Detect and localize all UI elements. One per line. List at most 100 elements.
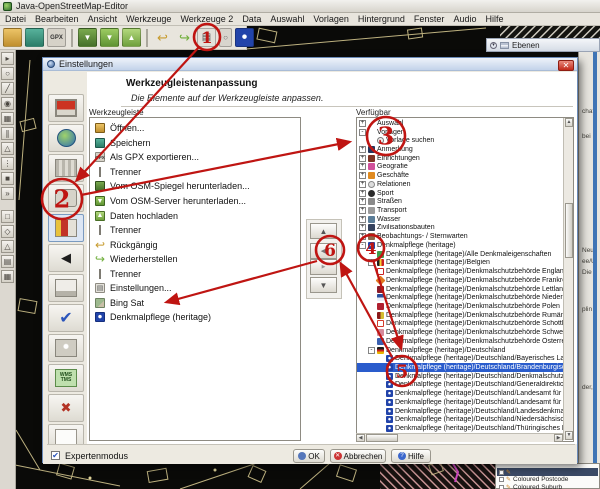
menu-item[interactable]: Ansicht (88, 14, 118, 24)
tree-row[interactable]: Denkmalpflege (heritage)/Alle Denkmaleig… (357, 250, 573, 259)
toolbar-button[interactable]: ↪ (175, 28, 194, 47)
cancel-button[interactable]: ✕ Abbrechen (330, 449, 386, 463)
tree-row[interactable]: Denkmalpflege (heritage)/Denkmalschutzbe… (357, 285, 573, 294)
edit-tool-button[interactable]: » (1, 187, 14, 200)
toolbar-list-row[interactable]: ▲ Daten hochladen (90, 208, 300, 223)
menu-item[interactable]: Audio (453, 14, 476, 24)
toolbar-button[interactable] (146, 29, 148, 47)
toolbar-button[interactable]: ▲ (122, 28, 141, 47)
edit-tool-button[interactable]: ╱ (1, 82, 14, 95)
tree-row[interactable]: Denkmalpflege (heritage)/Denkmalschutzbe… (357, 311, 573, 320)
edit-tool-button[interactable]: ▸ (1, 52, 14, 65)
available-actions-tree[interactable]: + Auswahl - Vorlagen Vorlage suchen (356, 117, 574, 442)
toolbar-button[interactable]: GPX (47, 28, 66, 47)
tree-expander[interactable]: - (368, 347, 375, 354)
tree-expander[interactable]: + (359, 224, 366, 231)
tree-row[interactable]: Denkmalpflege (heritage)/Deutschland/Lan… (357, 407, 573, 416)
edit-tool-button[interactable]: ⋮ (1, 157, 14, 170)
scroll-down-button[interactable]: ▼ (565, 431, 573, 440)
edit-tool-button[interactable]: ◉ (1, 97, 14, 110)
imagery-settings[interactable]: WMS TMS (48, 364, 84, 392)
toolbar-list-row[interactable]: Öffnen... (90, 121, 300, 136)
tree-row[interactable]: + Denkmalpflege (heritage)/Belgien (357, 259, 573, 268)
tree-row[interactable]: Denkmalpflege (heritage)/Deutschland/Nie… (357, 415, 573, 424)
map-settings[interactable] (48, 154, 84, 182)
tree-row[interactable]: Denkmalpflege (heritage)/Denkmalschutzbe… (357, 320, 573, 329)
tree-expander[interactable]: + (359, 120, 366, 127)
toolbar-list-row[interactable]: ▤ Einstellungen... (90, 281, 300, 296)
tree-expander[interactable]: - (359, 242, 366, 249)
scrollbar-thumb[interactable] (366, 434, 398, 442)
window-titlebar[interactable]: Java-OpenStreetMap-Editor (0, 0, 600, 13)
style-checkbox[interactable] (499, 470, 504, 475)
tree-row[interactable]: Denkmalpflege (heritage)/Denkmalschutzbe… (357, 302, 573, 311)
edit-tool-button[interactable]: ▦ (1, 112, 14, 125)
tree-row[interactable]: Denkmalpflege (heritage)/Deutschland/Thü… (357, 424, 573, 433)
connection-settings[interactable] (48, 124, 84, 152)
tree-row[interactable]: - Denkmalpflege (heritage)/Deutschland (357, 346, 573, 355)
tree-expander[interactable]: + (359, 155, 366, 162)
tree-row[interactable]: - Vorlagen (357, 128, 573, 137)
tree-row[interactable]: + Geografie (357, 163, 573, 172)
tree-row[interactable]: + Beobachtungs- / Sternwarten (357, 232, 573, 241)
validator-settings[interactable]: ✔ (48, 304, 84, 332)
tree-expander[interactable]: + (359, 172, 366, 179)
tree-expander[interactable]: + (359, 163, 366, 170)
tree-row[interactable]: Denkmalpflege (heritage)/Denkmalschutzbe… (357, 337, 573, 346)
move-up-button[interactable]: ▲ (310, 223, 337, 239)
toolbar-list-row[interactable]: Denkmalpflege (heritage) (90, 310, 300, 325)
close-button[interactable]: ✕ (558, 60, 574, 71)
tree-row[interactable]: Denkmalpflege (heritage)/Deutschland/Lan… (357, 398, 573, 407)
tree-row[interactable]: Denkmalpflege (heritage)/Denkmalschutzbe… (357, 276, 573, 285)
tree-expander[interactable]: + (359, 216, 366, 223)
menu-item[interactable]: Werkzeuge 2 (180, 14, 233, 24)
tree-row[interactable]: - Denkmalpflege (heritage) (357, 241, 573, 250)
tree-row[interactable]: + Zivilisationsbauten (357, 224, 573, 233)
edit-tool-button[interactable]: ◇ (1, 225, 14, 238)
tree-row[interactable]: Denkmalpflege (heritage)/Deutschland/Bay… (357, 354, 573, 363)
display-settings[interactable] (48, 94, 84, 122)
edit-tool-button[interactable]: ▦ (1, 270, 14, 283)
tree-row[interactable]: Denkmalpflege (heritage)/Deutschland/Den… (357, 372, 573, 381)
toolbar-list-row[interactable]: ↪ Wiederherstellen (90, 252, 300, 267)
help-button[interactable]: ? Hilfe (391, 449, 431, 463)
tree-row[interactable]: + Einrichtungen (357, 154, 573, 163)
tree-expander[interactable]: - (359, 129, 366, 136)
tree-row[interactable]: + Transport (357, 206, 573, 215)
menu-item[interactable]: Hilfe (485, 14, 503, 24)
style-row[interactable]: ✎ Coloured Postcode (497, 475, 598, 483)
edit-tool-button[interactable]: ▤ (1, 255, 14, 268)
toolbar-button[interactable]: ○ (219, 28, 232, 47)
tree-row[interactable]: + Relationen (357, 180, 573, 189)
toolbar-list-row[interactable]: Vom OSM-Spiegel herunterladen... (90, 179, 300, 194)
menu-item[interactable]: Fenster (414, 14, 445, 24)
style-row[interactable]: ✎ Coloured Suburb (497, 483, 598, 489)
tree-row[interactable]: Denkmalpflege (heritage)/Deutschland/Gen… (357, 381, 573, 390)
tree-row[interactable]: + Sport (357, 189, 573, 198)
edit-tool-button[interactable]: ○ (1, 67, 14, 80)
toolbar-button[interactable] (71, 29, 73, 47)
toolbar-list-row[interactable]: Trenner (90, 165, 300, 180)
scroll-up-button[interactable]: ▲ (565, 118, 573, 127)
shortcut-settings[interactable] (48, 274, 84, 302)
menu-item[interactable]: Vorlagen (313, 14, 349, 24)
edit-tool-button[interactable]: ■ (1, 172, 14, 185)
tree-row[interactable]: Denkmalpflege (heritage)/Deutschland/Bra… (357, 363, 573, 372)
toolbar-settings[interactable] (48, 214, 84, 242)
tree-expander[interactable]: + (359, 190, 366, 197)
toolbar-button[interactable]: ▼ (100, 28, 119, 47)
tree-row[interactable]: + Straßen (357, 197, 573, 206)
edit-tool-button[interactable]: ∥ (1, 127, 14, 140)
toolbar-list-row[interactable]: ▼ Vom OSM-Server herunterladen... (90, 194, 300, 209)
toolbar-list-row[interactable]: Bing Sat (90, 296, 300, 311)
remove-from-toolbar-button[interactable]: ▶ (310, 259, 337, 275)
menu-item[interactable]: Bearbeiten (35, 14, 79, 24)
toolbar-items-list[interactable]: Öffnen... Speichern GPX Als GPX exportie… (89, 117, 301, 441)
toolbar-button[interactable] (25, 28, 44, 47)
toolbar-button[interactable]: ▤ (197, 28, 216, 47)
expert-mode-checkbox[interactable]: ✔ (51, 451, 60, 460)
tree-row[interactable]: Denkmalpflege (heritage)/Denkmalschutzbe… (357, 293, 573, 302)
dialog-titlebar[interactable]: Einstellungen (43, 58, 577, 71)
toolbar-button[interactable] (235, 28, 254, 47)
toolbar-list-row[interactable]: GPX Als GPX exportieren... (90, 150, 300, 165)
